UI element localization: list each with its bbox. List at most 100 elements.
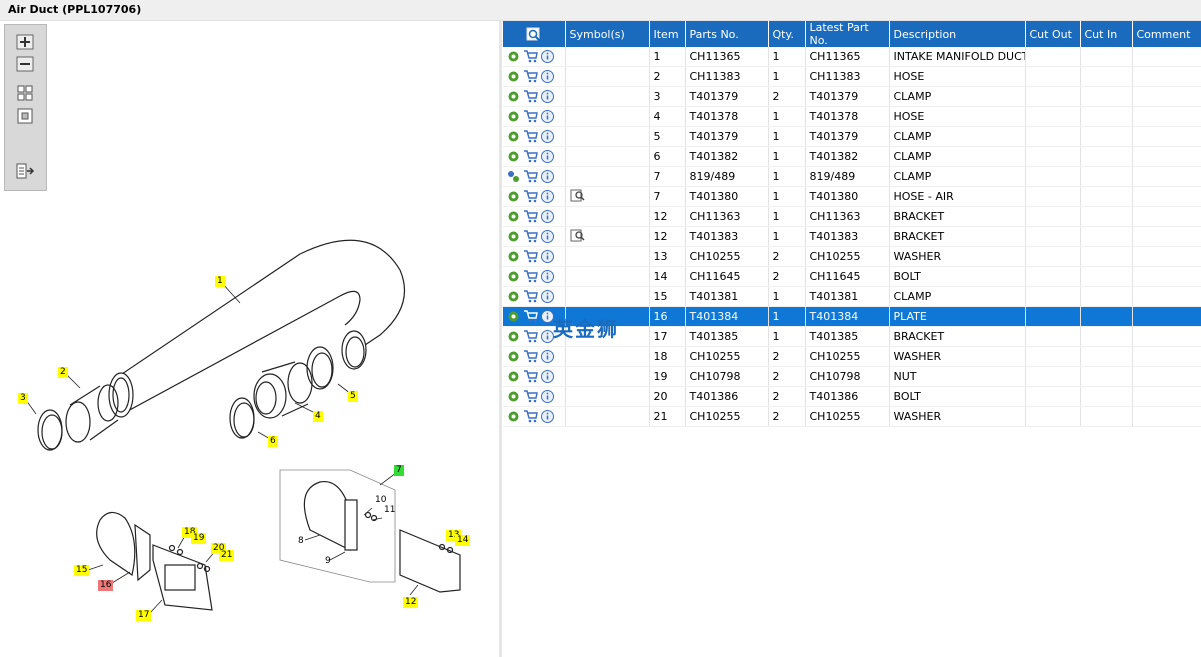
callout-5[interactable]: 5: [348, 391, 358, 402]
info-icon[interactable]: [541, 210, 554, 224]
column-description[interactable]: Description: [889, 21, 1026, 47]
column-comment[interactable]: Comment: [1132, 21, 1201, 47]
fit-window-button[interactable]: [14, 106, 36, 126]
cart-icon[interactable]: [523, 150, 538, 163]
column-cut-out[interactable]: Cut Out: [1025, 21, 1081, 47]
callout-4[interactable]: 4: [313, 411, 323, 422]
table-row[interactable]: 19 CH10798 2 CH10798 NUT: [503, 366, 1201, 387]
cart-icon[interactable]: [523, 330, 538, 343]
cart-icon[interactable]: [523, 50, 538, 63]
gear-icon[interactable]: [507, 210, 520, 223]
cart-icon[interactable]: [523, 250, 538, 263]
info-icon[interactable]: [541, 170, 554, 184]
info-icon[interactable]: [541, 370, 554, 384]
column-latest-part-no[interactable]: Latest Part No.: [805, 21, 890, 47]
cart-icon[interactable]: [523, 110, 538, 123]
view-icon[interactable]: [570, 189, 586, 202]
table-row[interactable]: 20 T401386 2 T401386 BOLT: [503, 386, 1201, 407]
table-row[interactable]: 1 CH11365 1 CH11365 INTAKE MANIFOLD DUCT: [503, 47, 1201, 67]
info-icon[interactable]: [541, 250, 554, 264]
table-row[interactable]: 15 T401381 1 T401381 CLAMP: [503, 286, 1201, 307]
table-row[interactable]: 5 T401379 1 T401379 CLAMP: [503, 126, 1201, 147]
cart-icon[interactable]: [523, 210, 538, 223]
gear-icon[interactable]: [507, 330, 520, 343]
callout-17[interactable]: 17: [136, 610, 152, 621]
multi-gear-icon[interactable]: [507, 170, 520, 183]
gear-icon[interactable]: [507, 190, 520, 203]
callout-15[interactable]: 15: [74, 565, 90, 576]
exploded-diagram[interactable]: [0, 200, 498, 650]
gear-icon[interactable]: [507, 150, 520, 163]
gear-icon[interactable]: [507, 370, 520, 383]
callout-3[interactable]: 3: [18, 393, 28, 404]
gear-icon[interactable]: [507, 270, 520, 283]
callout-11[interactable]: 11: [384, 505, 395, 515]
gear-icon[interactable]: [507, 90, 520, 103]
cart-icon[interactable]: [523, 70, 538, 83]
info-icon[interactable]: [541, 150, 554, 164]
view-icon[interactable]: [570, 229, 586, 242]
callout-1[interactable]: 1: [215, 276, 225, 287]
info-icon[interactable]: [541, 230, 554, 244]
gear-icon[interactable]: [507, 410, 520, 423]
column-cut-in[interactable]: Cut In: [1080, 21, 1133, 47]
table-row[interactable]: 12 CH11363 1 CH11363 BRACKET: [503, 206, 1201, 227]
callout-10[interactable]: 10: [375, 495, 386, 505]
gear-icon[interactable]: [507, 350, 520, 363]
cart-icon[interactable]: [523, 190, 538, 203]
export-button[interactable]: [14, 161, 36, 181]
cart-icon[interactable]: [523, 290, 538, 303]
gear-icon[interactable]: [507, 70, 520, 83]
gear-icon[interactable]: [507, 230, 520, 243]
table-row[interactable]: 13 CH10255 2 CH10255 WASHER: [503, 246, 1201, 267]
gear-icon[interactable]: [507, 250, 520, 263]
table-row[interactable]: 18 CH10255 2 CH10255 WASHER: [503, 346, 1201, 367]
gear-icon[interactable]: [507, 130, 520, 143]
callout-2[interactable]: 2: [58, 367, 68, 378]
info-icon[interactable]: [541, 410, 554, 424]
gear-icon[interactable]: [507, 290, 520, 303]
column-parts-no[interactable]: Parts No.: [685, 21, 769, 47]
info-icon[interactable]: [541, 270, 554, 284]
table-row[interactable]: 2 CH11383 1 CH11383 HOSE: [503, 66, 1201, 87]
info-icon[interactable]: [541, 130, 554, 144]
cart-icon[interactable]: [523, 390, 538, 403]
cart-icon[interactable]: [523, 310, 538, 323]
column-qty[interactable]: Qty.: [768, 21, 806, 47]
info-icon[interactable]: [541, 90, 554, 104]
column-symbols[interactable]: Symbol(s): [565, 21, 650, 47]
table-row[interactable]: 7 T401380 1 T401380 HOSE - AIR: [503, 186, 1201, 207]
search-preview-icon[interactable]: [526, 27, 542, 42]
callout-14[interactable]: 14: [455, 535, 471, 546]
info-icon[interactable]: [541, 390, 554, 404]
callout-8[interactable]: 8: [298, 536, 304, 546]
cart-icon[interactable]: [523, 230, 538, 243]
table-row[interactable]: 12 T401383 1 T401383 BRACKET: [503, 226, 1201, 247]
pane-splitter[interactable]: [499, 21, 502, 657]
table-row[interactable]: 4 T401378 1 T401378 HOSE: [503, 106, 1201, 127]
callout-7[interactable]: 7: [394, 465, 404, 476]
callout-21[interactable]: 21: [219, 550, 235, 561]
info-icon[interactable]: [541, 70, 554, 84]
cart-icon[interactable]: [523, 270, 538, 283]
table-row[interactable]: 3 T401379 2 T401379 CLAMP: [503, 86, 1201, 107]
table-row[interactable]: 21 CH10255 2 CH10255 WASHER: [503, 406, 1201, 427]
zoom-in-button[interactable]: [14, 32, 36, 52]
table-row[interactable]: 6 T401382 1 T401382 CLAMP: [503, 146, 1201, 167]
cart-icon[interactable]: [523, 170, 538, 183]
gear-icon[interactable]: [507, 110, 520, 123]
gear-icon[interactable]: [507, 390, 520, 403]
info-icon[interactable]: [541, 110, 554, 124]
zoom-out-button[interactable]: [14, 54, 36, 74]
callout-9[interactable]: 9: [325, 556, 331, 566]
info-icon[interactable]: [541, 190, 554, 204]
cart-icon[interactable]: [523, 130, 538, 143]
cart-icon[interactable]: [523, 370, 538, 383]
table-row[interactable]: 14 CH11645 2 CH11645 BOLT: [503, 266, 1201, 287]
fit-all-button[interactable]: [14, 83, 36, 103]
cart-icon[interactable]: [523, 410, 538, 423]
gear-icon[interactable]: [507, 50, 520, 63]
callout-16[interactable]: 16: [98, 580, 114, 591]
callout-19[interactable]: 19: [191, 533, 207, 544]
column-item[interactable]: Item: [649, 21, 686, 47]
